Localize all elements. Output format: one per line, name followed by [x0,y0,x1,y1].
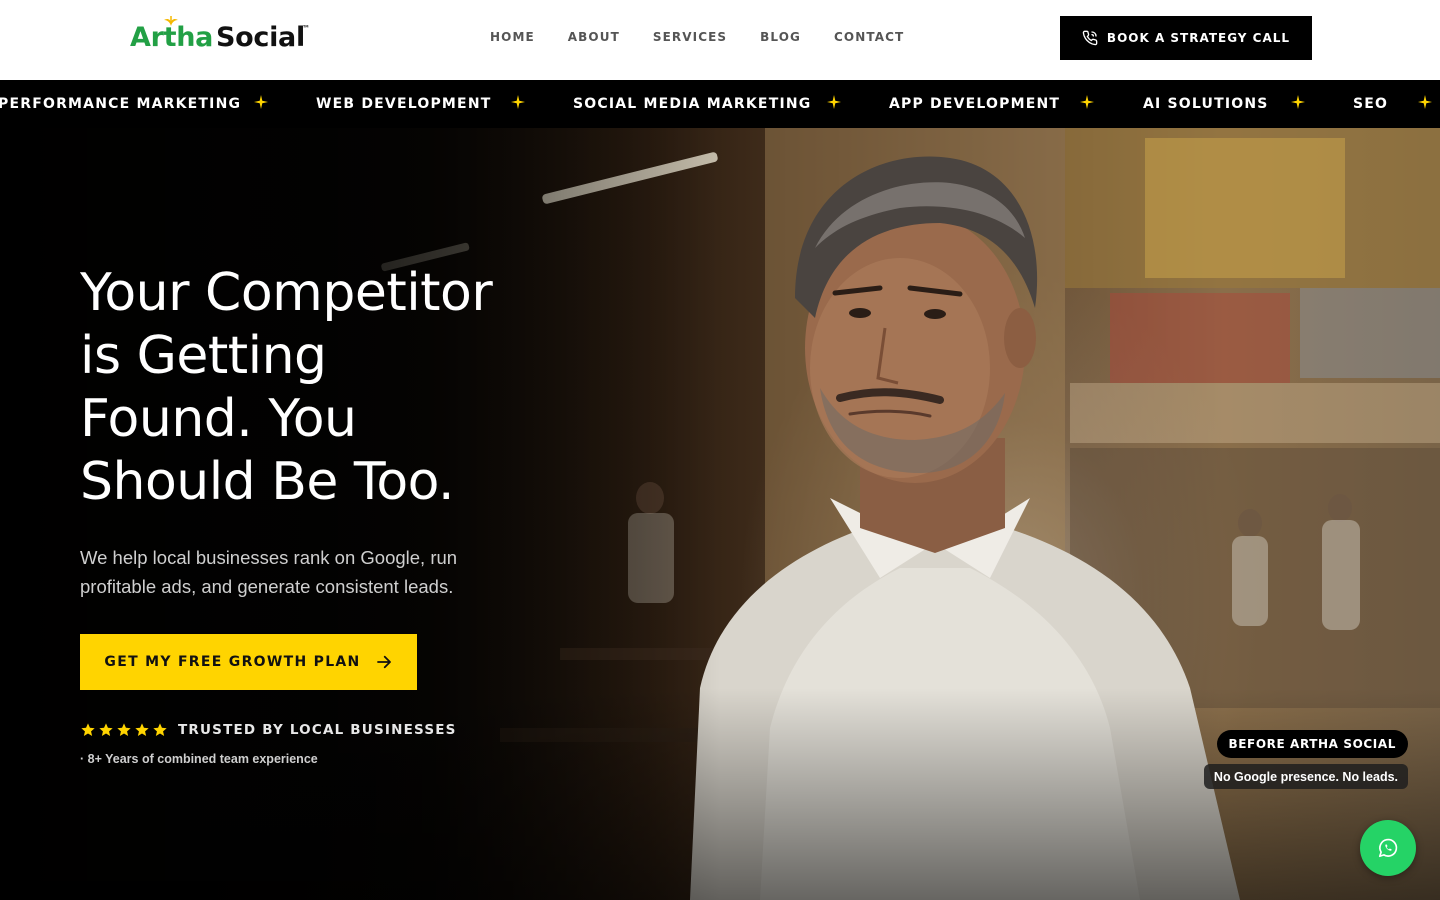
nav-blog[interactable]: BLOG [760,30,801,44]
star-icon [99,723,113,736]
trust-row: TRUSTED BY LOCAL BUSINESSES [80,722,457,738]
star-icon [153,723,167,736]
rating-stars [80,722,168,738]
before-artha-badge: BEFORE ARTHA SOCIAL [1216,730,1408,758]
get-free-growth-plan-label: GET MY FREE GROWTH PLAN [104,654,361,670]
sparkle-icon [254,95,268,109]
hero-bottom-overlay [0,688,1440,900]
hero-subheadline: We help local businesses rank on Google,… [80,547,458,597]
marquee-item: SOCIAL MEDIA MARKETING [573,96,812,112]
book-strategy-call-label: BOOK A STRATEGY CALL [1106,31,1291,45]
brand-name-part1: Artha [130,22,214,53]
phone-icon [1082,30,1098,46]
sparkle-icon [827,95,841,109]
before-artha-note: No Google presence. No leads. [1203,764,1408,789]
marquee-item: WEB DEVELOPMENT [316,96,492,112]
site-header: Artha Social ™ HOME ABOUT SERVICES BLOG … [0,0,1440,80]
nav-contact[interactable]: CONTACT [834,30,904,44]
trademark-mark: ™ [302,24,310,33]
whatsapp-chat-button[interactable] [1360,820,1416,876]
sparkle-icon [1080,95,1094,109]
hero-section: Your Competitor is Getting Found. You Sh… [0,128,1440,900]
sparkle-icon [511,95,525,109]
main-nav: HOME ABOUT SERVICES BLOG CONTACT [490,30,904,44]
arrow-right-icon [376,655,391,669]
hero-headline: Your Competitor is Getting Found. You Sh… [80,262,540,514]
book-strategy-call-button[interactable]: BOOK A STRATEGY CALL [1060,16,1312,60]
get-free-growth-plan-button[interactable]: GET MY FREE GROWTH PLAN [80,634,417,690]
nav-services[interactable]: SERVICES [653,30,727,44]
headline-line: Found. You [80,389,357,449]
nav-home[interactable]: HOME [490,30,535,44]
marquee-item: APP DEVELOPMENT [889,96,1061,112]
sparkle-icon [1291,95,1305,109]
before-artha-note-text: No Google presence. No leads. [1213,769,1398,784]
services-marquee: PERFORMANCE MARKETING WEB DEVELOPMENT SO… [0,80,1440,128]
marquee-item: SEO [1353,96,1389,112]
trust-label: TRUSTED BY LOCAL BUSINESSES [178,722,457,738]
star-icon [81,723,95,736]
brand-name-part2: Social [216,22,305,53]
star-icon [135,723,149,736]
sparkle-icon [1418,95,1432,109]
before-artha-badge-label: BEFORE ARTHA SOCIAL [1228,737,1396,751]
nav-about[interactable]: ABOUT [568,30,620,44]
experience-note: · 8+ Years of combined team experience [80,752,318,766]
headline-line: Should Be Too. [80,452,455,512]
headline-line: is Getting [80,326,327,386]
whatsapp-icon [1378,838,1398,858]
marquee-item: AI SOLUTIONS [1143,96,1269,112]
star-icon [117,723,131,736]
marquee-item: PERFORMANCE MARKETING [0,96,242,112]
headline-line: Your Competitor [80,263,493,323]
